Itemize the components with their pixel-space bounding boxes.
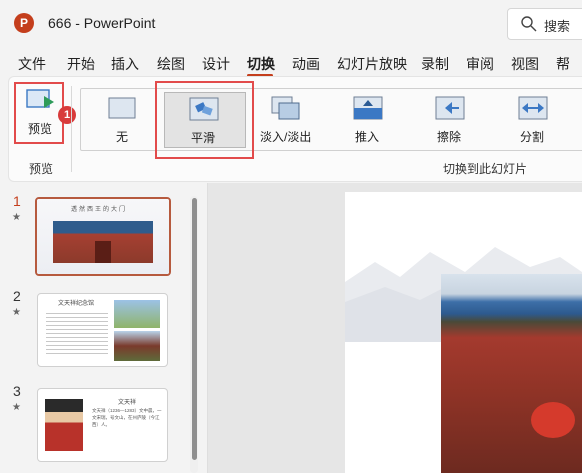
transition-split[interactable]: 分割 — [513, 92, 553, 146]
search-input[interactable]: 搜索 — [507, 8, 582, 40]
slide-thumbnail-1[interactable]: 透然西王的大门 — [35, 197, 171, 276]
title-bar: P 666 - PowerPoint 搜索 — [0, 0, 582, 46]
tab-slideshow[interactable]: 幻灯片放映 — [337, 54, 407, 74]
transition-split-icon — [518, 96, 548, 120]
transition-push-icon — [353, 96, 383, 120]
slide-canvas[interactable] — [345, 192, 582, 473]
thumbnails-scroll-thumb[interactable] — [192, 198, 197, 460]
slide-2-title: 文天祥纪念馆 — [58, 301, 95, 307]
tab-record[interactable]: 录制 — [421, 54, 449, 74]
window-title: 666 - PowerPoint — [48, 15, 156, 31]
tab-insert[interactable]: 插入 — [111, 54, 139, 74]
slide-2-text — [46, 310, 108, 356]
transition-none-icon — [108, 97, 136, 119]
slide-photo — [441, 274, 582, 473]
tab-file[interactable]: 文件 — [18, 54, 46, 74]
highlight-box-preview — [14, 82, 64, 144]
search-placeholder: 搜索 — [544, 19, 571, 34]
tab-animations[interactable]: 动画 — [292, 54, 320, 74]
transition-push-label: 推入 — [355, 130, 380, 144]
tab-view[interactable]: 视图 — [511, 54, 539, 74]
highlight-box-morph — [155, 81, 254, 159]
callout-badge: 1 — [58, 106, 76, 124]
transition-star-icon: ★ — [12, 212, 21, 223]
transition-star-icon: ★ — [12, 307, 21, 318]
slide-3-subtitle: 文天祥（1236—1283）文中晨，一文宋瑞，号文山，在州庐陵（今江西）人。 — [92, 408, 162, 427]
slide-3-portrait — [45, 399, 83, 451]
transition-wipe-label: 擦除 — [437, 130, 462, 144]
transition-fade-label: 淡入/淡出 — [260, 130, 312, 144]
transition-split-label: 分割 — [520, 130, 545, 144]
transition-none-label: 无 — [116, 130, 129, 144]
slide-number-1: 1 — [13, 193, 21, 209]
slide-number-2: 2 — [13, 288, 21, 304]
slide-1-door — [95, 241, 111, 263]
slide-2-photo-bottom — [114, 331, 160, 361]
transition-fade[interactable]: 淡入/淡出 — [258, 92, 316, 146]
tab-design[interactable]: 设计 — [202, 54, 230, 74]
transition-fade-icon — [271, 96, 300, 120]
group-divider — [71, 86, 72, 172]
transition-none[interactable]: 无 — [104, 92, 144, 146]
transition-wipe[interactable]: 擦除 — [430, 92, 470, 146]
slide-thumbnail-3[interactable]: 文天祥 文天祥（1236—1283）文中晨，一文宋瑞，号文山，在州庐陵（今江西）… — [37, 388, 168, 462]
powerpoint-icon[interactable]: P — [14, 13, 34, 33]
slide-2-photo-top — [114, 300, 160, 328]
slide-3-title: 文天祥 — [118, 400, 137, 406]
transition-star-icon: ★ — [12, 402, 21, 413]
lantern — [531, 402, 575, 438]
preview-group-label: 预览 — [29, 162, 54, 176]
slide-number-3: 3 — [13, 383, 21, 399]
tab-review[interactable]: 审阅 — [466, 54, 494, 74]
tab-transitions[interactable]: 切换 — [247, 54, 275, 74]
transitions-group-label: 切换到此幻灯片 — [443, 162, 528, 176]
transition-wipe-icon — [435, 96, 465, 120]
tab-home[interactable]: 开始 — [67, 54, 95, 74]
tab-draw[interactable]: 绘图 — [157, 54, 185, 74]
transition-push[interactable]: 推入 — [348, 92, 388, 146]
slide-thumbnail-2[interactable]: 文天祥纪念馆 — [37, 293, 168, 367]
ribbon-tabs: 文件 开始 插入 绘图 设计 切换 动画 幻灯片放映 录制 审阅 视图 帮助 — [0, 46, 582, 92]
slide-1-title: 透然西王的大门 — [71, 207, 128, 213]
search-icon — [521, 16, 537, 32]
